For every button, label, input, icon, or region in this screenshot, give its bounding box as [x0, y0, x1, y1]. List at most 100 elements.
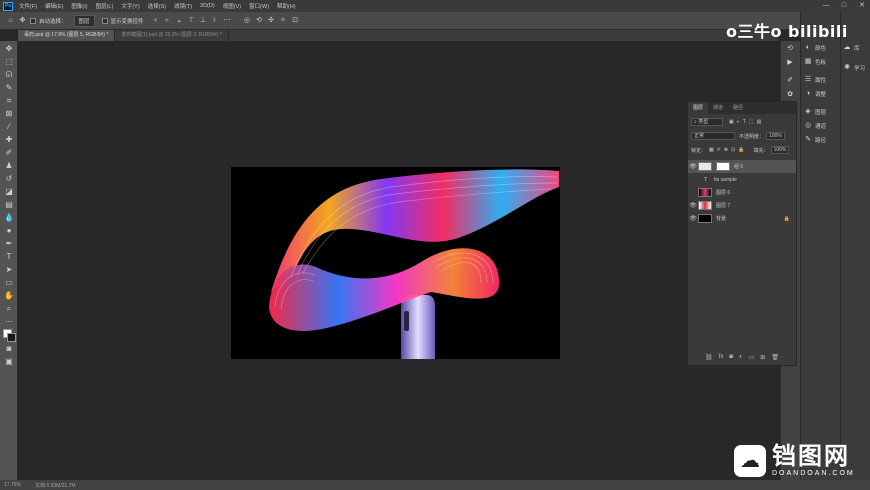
3d-roll-icon[interactable]: ⟲ [255, 16, 264, 25]
quick-mask-icon[interactable]: ◙ [3, 343, 15, 354]
menu-view[interactable]: 视图(V) [223, 2, 241, 10]
quick-select-tool-icon[interactable]: ✎ [3, 82, 15, 93]
eye-icon[interactable]: 👁 [688, 215, 698, 222]
more-options-icon[interactable]: ⋯ [223, 16, 232, 25]
adjustments-panel-button[interactable]: ◑ 调整 [804, 90, 826, 98]
path-select-tool-icon[interactable]: ➤ [3, 264, 15, 275]
healing-brush-tool-icon[interactable]: ✚ [3, 134, 15, 145]
marquee-tool-icon[interactable]: ⬚ [3, 56, 15, 67]
maximize-button[interactable]: □ [836, 0, 852, 12]
brushes-icon[interactable]: ✿ [786, 91, 794, 99]
history-icon[interactable]: ⟲ [786, 45, 794, 53]
menu-3d[interactable]: 3D(D) [200, 3, 215, 9]
3d-slide-icon[interactable]: ✧ [279, 16, 288, 25]
filter-icons[interactable]: ▣◐T⬚▤ [729, 119, 764, 125]
opacity-input[interactable]: 100% [766, 132, 785, 140]
color-panel-button[interactable]: ◐ 颜色 [804, 44, 826, 52]
channels-icon: ◎ [804, 122, 812, 129]
doc-tab-1[interactable]: 毒药.psd @ 17.8% (图层 5, RGB/8#) * [18, 30, 116, 41]
rectangle-tool-icon[interactable]: ▭ [3, 277, 15, 288]
menu-help[interactable]: 帮助(H) [277, 2, 296, 10]
3d-scale-icon[interactable]: ⊡ [291, 16, 300, 25]
zoom-tool-icon[interactable]: ⌕ [3, 303, 15, 314]
align-right-icon[interactable]: ⫠ [175, 16, 184, 25]
auto-select-checkbox[interactable] [30, 17, 36, 24]
brush-tool-icon[interactable]: ✐ [3, 147, 15, 158]
doc-tab-2[interactable]: 发布截图(1).psd @ 33.3% (图层 2, RGB/8#) * [115, 30, 229, 41]
move-tool-icon[interactable]: ✥ [3, 43, 15, 54]
blur-tool-icon[interactable]: 💧 [3, 212, 15, 223]
blend-mode-dropdown[interactable]: 正常 [691, 132, 735, 140]
eye-icon[interactable]: 👁 [688, 163, 698, 170]
properties-panel-button[interactable]: ☰ 属性 [804, 76, 826, 84]
frame-tool-icon[interactable]: ⊠ [3, 108, 15, 119]
menu-filter[interactable]: 滤镜(T) [174, 2, 192, 10]
brush-settings-icon[interactable]: ✐ [786, 77, 794, 85]
home-icon[interactable]: ⌂ [6, 16, 15, 25]
text-layer-icon: T [704, 176, 708, 183]
gradient-tool-icon[interactable]: ▤ [3, 199, 15, 210]
new-group-icon[interactable]: ▭ [749, 354, 755, 361]
menu-file[interactable]: 文件(F) [19, 2, 37, 10]
tab-paths[interactable]: 路径 [728, 102, 748, 114]
eraser-tool-icon[interactable]: ◪ [3, 186, 15, 197]
menu-window[interactable]: 窗口(W) [249, 2, 269, 10]
menu-layer[interactable]: 图层(L) [96, 2, 114, 10]
add-mask-icon[interactable]: ◙ [729, 354, 733, 361]
hand-tool-icon[interactable]: ✋ [3, 290, 15, 301]
layer-row-layer7[interactable]: 👁 图层 7 [688, 199, 796, 212]
layer-kind-label: 类型 [698, 119, 709, 125]
document-canvas[interactable] [231, 167, 560, 359]
delete-layer-icon[interactable]: 🗑 [771, 354, 779, 361]
zoom-level[interactable]: 17.76% [4, 482, 21, 488]
layer-row-layer6[interactable]: 图层 6 [688, 186, 796, 199]
learn-panel-button[interactable]: ✺ 学习 [843, 64, 865, 72]
swatches-panel-button[interactable]: ▦ 色板 [804, 58, 826, 66]
play-actions-icon[interactable]: ▶ [786, 59, 794, 67]
dodge-tool-icon[interactable]: ● [3, 225, 15, 236]
clone-stamp-tool-icon[interactable]: ♟ [3, 160, 15, 171]
eyedropper-tool-icon[interactable]: ⁄ [3, 121, 15, 132]
menu-edit[interactable]: 编辑(E) [45, 2, 63, 10]
3d-orbit-icon[interactable]: ◎ [243, 16, 252, 25]
align-center-icon[interactable]: ⫟ [163, 16, 172, 25]
background-color-swatch[interactable] [7, 333, 16, 342]
screen-mode-icon[interactable]: ▣ [3, 356, 15, 367]
show-transform-checkbox[interactable] [101, 17, 108, 24]
new-layer-icon[interactable]: ⊞ [760, 354, 765, 361]
layer-kind-filter[interactable]: ⌕ 类型 [691, 118, 723, 126]
align-top-icon[interactable]: ⊤ [187, 16, 196, 25]
tab-layers[interactable]: 图层 [688, 102, 709, 114]
layer-style-icon[interactable]: fx [719, 354, 724, 361]
minimize-button[interactable]: — [818, 0, 834, 12]
eye-icon[interactable]: 👁 [688, 202, 698, 209]
menu-type[interactable]: 文字(Y) [121, 2, 139, 10]
move-tool-icon[interactable]: ✥ [18, 16, 27, 25]
lasso-tool-icon[interactable]: ᘏ [3, 69, 15, 80]
link-layers-icon[interactable]: ⛓ [705, 354, 713, 361]
layer-row-background[interactable]: 👁 背景 🔒 [688, 212, 796, 225]
align-left-icon[interactable]: ⫞ [151, 16, 160, 25]
menu-image[interactable]: 图像(I) [71, 2, 87, 10]
auto-select-dropdown[interactable]: 图层 [73, 14, 95, 27]
align-bottom-icon[interactable]: ⊦ [211, 16, 220, 25]
more-tools-icon[interactable]: ⋯ [3, 316, 15, 327]
pen-tool-icon[interactable]: ✒ [3, 238, 15, 249]
fill-input[interactable]: 100% [770, 146, 790, 154]
3d-pan-icon[interactable]: ✣ [267, 16, 276, 25]
tab-channels[interactable]: 通道 [708, 102, 728, 114]
type-tool-icon[interactable]: T [3, 251, 15, 262]
channels-panel-button[interactable]: ◎ 通道 [804, 122, 826, 130]
close-button[interactable]: ✕ [854, 0, 870, 12]
libraries-panel-button[interactable]: ☁ 库 [843, 44, 860, 52]
layer-row-text[interactable]: T Its sample [688, 173, 796, 186]
adjustment-layer-icon[interactable]: ◐ [739, 354, 743, 361]
lock-icons[interactable]: ▦✐✥⊡🔒 [709, 147, 748, 153]
layer-row-group5[interactable]: 👁 组 5 [688, 160, 796, 173]
layers-panel-button[interactable]: ◈ 图层 [804, 108, 826, 116]
crop-tool-icon[interactable]: ⌗ [3, 95, 15, 106]
align-middle-icon[interactable]: ⊥ [199, 16, 208, 25]
paths-panel-button[interactable]: ✎ 路径 [804, 136, 826, 144]
menu-select[interactable]: 选择(S) [148, 2, 166, 10]
history-brush-tool-icon[interactable]: ↺ [3, 173, 15, 184]
